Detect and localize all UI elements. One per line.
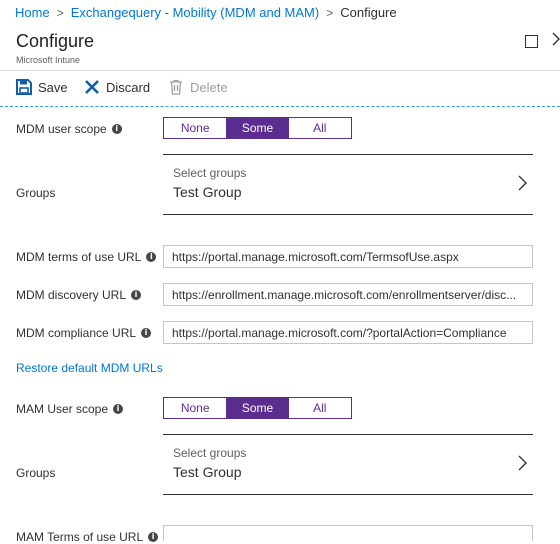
blade-header: Configure Microsoft Intune	[0, 26, 560, 71]
mam-user-scope-text: MAM User scope	[16, 402, 109, 416]
mdm-compliance-text: MDM compliance URL	[16, 326, 137, 340]
close-icon[interactable]	[551, 32, 560, 50]
mdm-user-scope-toggle: None Some All	[163, 117, 352, 139]
breadcrumb-chevron-icon: >	[326, 5, 334, 20]
save-button[interactable]: Save	[16, 79, 68, 95]
mdm-discovery-url-input[interactable]	[163, 283, 533, 306]
mdm-groups-picker-title: Select groups	[173, 166, 247, 180]
restore-default-mdm-urls-link[interactable]: Restore default MDM URLs	[16, 361, 163, 375]
mam-groups-label: Groups	[16, 466, 56, 480]
page-title: Configure	[16, 31, 95, 51]
mdm-user-scope-text: MDM user scope	[16, 122, 107, 136]
command-bar: Save Discard Delete	[0, 71, 560, 107]
mam-terms-url-input[interactable]	[163, 525, 533, 541]
discard-button[interactable]: Discard	[84, 79, 150, 95]
breadcrumb-current: Configure	[340, 5, 397, 20]
discard-icon	[85, 80, 99, 94]
mam-groups-picker-value: Test Group	[173, 464, 242, 480]
mdm-discovery-label: MDM discovery URL i	[16, 288, 142, 302]
mdm-user-scope-label: MDM user scope i	[16, 122, 122, 136]
mam-user-scope-toggle: None Some All	[163, 397, 352, 419]
info-icon[interactable]: i	[111, 124, 122, 134]
save-icon	[16, 79, 32, 95]
mam-user-scope-label: MAM User scope i	[16, 402, 124, 416]
maximize-icon[interactable]	[525, 35, 538, 48]
mam-groups-picker-title: Select groups	[173, 446, 247, 460]
delete-label: Delete	[190, 79, 228, 95]
discard-label: Discard	[106, 79, 151, 95]
info-icon[interactable]: i	[146, 252, 157, 262]
mdm-terms-url-input[interactable]	[163, 245, 533, 268]
mdm-groups-label: Groups	[16, 186, 56, 200]
info-icon[interactable]: i	[113, 404, 124, 414]
mam-terms-text: MAM Terms of use URL	[16, 530, 144, 544]
breadcrumb: Home > Exchangequery - Mobility (MDM and…	[0, 0, 560, 25]
mdm-scope-none-option[interactable]: None	[164, 118, 226, 138]
save-label: Save	[38, 79, 68, 95]
mam-scope-all-option[interactable]: All	[289, 398, 351, 418]
info-icon[interactable]: i	[141, 328, 152, 338]
breadcrumb-mobility-link[interactable]: Exchangequery - Mobility (MDM and MAM)	[71, 5, 320, 20]
mdm-compliance-url-input[interactable]	[163, 321, 533, 344]
mdm-terms-text: MDM terms of use URL	[16, 250, 142, 264]
chevron-right-icon	[518, 175, 527, 191]
mdm-scope-some-option[interactable]: Some	[226, 118, 289, 138]
mdm-discovery-text: MDM discovery URL	[16, 288, 127, 302]
mdm-compliance-label: MDM compliance URL i	[16, 326, 152, 340]
breadcrumb-home-link[interactable]: Home	[15, 5, 50, 20]
mam-groups-picker[interactable]: Select groups Test Group	[163, 434, 533, 495]
trash-icon	[170, 79, 182, 95]
mdm-terms-label: MDM terms of use URL i	[16, 250, 157, 264]
info-icon[interactable]: i	[131, 290, 142, 300]
mam-scope-some-option[interactable]: Some	[226, 398, 289, 418]
mdm-groups-picker[interactable]: Select groups Test Group	[163, 154, 533, 215]
breadcrumb-chevron-icon: >	[56, 5, 64, 20]
mam-scope-none-option[interactable]: None	[164, 398, 226, 418]
delete-button[interactable]: Delete	[168, 79, 228, 95]
mdm-scope-all-option[interactable]: All	[289, 118, 351, 138]
mdm-groups-picker-value: Test Group	[173, 184, 242, 200]
chevron-right-icon	[518, 455, 527, 471]
mam-terms-label: MAM Terms of use URL i	[16, 530, 159, 544]
page-subtitle: Microsoft Intune	[16, 55, 81, 65]
